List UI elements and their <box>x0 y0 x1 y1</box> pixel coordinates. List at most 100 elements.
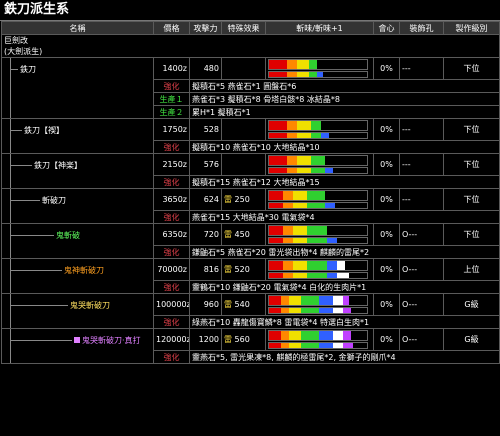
table-row[interactable]: 鉄刀 1400z 480 0% --- 下位 <box>1 57 500 119</box>
affinity-cell: 0% <box>373 118 400 141</box>
table-row[interactable]: 鬼神斬破刀 70000z 816 雷 520 0% O--- 上位 <box>1 258 500 294</box>
rank-cell: 上位 <box>443 258 500 281</box>
rank-cell: G級 <box>443 293 500 316</box>
attack-cell: 576 <box>189 153 222 176</box>
col-slots: 裝飾孔 <box>399 21 444 35</box>
col-special: 特殊效果 <box>221 21 266 35</box>
weapon-name[interactable]: 鉄刀 <box>20 65 36 74</box>
affinity-cell: 0% <box>373 258 400 281</box>
tree-label[interactable]: 鬼斬破 <box>56 230 80 241</box>
material-list: 靈鶴石*10 鎌鼬石*20 電氣袋*4 白化的生肉片*1 <box>189 280 500 294</box>
tree-branch <box>10 69 18 70</box>
slots-cell: O--- <box>399 258 444 281</box>
tree-line <box>10 329 11 363</box>
affinity-cell: 0% <box>373 328 400 351</box>
tree-branch <box>10 165 32 166</box>
weapon-name[interactable]: 鉄刀【禊】 <box>24 126 64 135</box>
rank-cell: 下位 <box>443 188 500 211</box>
col-name: 名稱 <box>1 21 154 35</box>
tree-label[interactable]: 鬼哭斬破刀 <box>70 300 110 311</box>
slots-cell: --- <box>399 57 444 80</box>
rank-cell: 下位 <box>443 153 500 176</box>
element-cell: 雷 520 <box>221 258 266 281</box>
sharpness-cell <box>265 57 374 80</box>
sharpness-cell <box>265 223 374 246</box>
tree-cell: 鬼斬破 <box>1 223 154 259</box>
table-row[interactable]: 鉄刀【神楽】 2150z 576 0% --- 下位 <box>1 153 500 189</box>
root-weapon[interactable]: 巨劍改 <box>4 36 497 47</box>
attack-cell: 624 <box>189 188 222 211</box>
weapon-name[interactable]: 鬼神斬破刀 <box>64 266 104 275</box>
price-cell: 2150z <box>153 153 190 176</box>
slots-cell: --- <box>399 153 444 176</box>
weapon-name[interactable]: 鉄刀【神楽】 <box>34 161 82 170</box>
material-list: 累H*1 擬積石*1 <box>189 105 500 119</box>
tree-label[interactable]: 斬破刀 <box>42 195 66 206</box>
tree-line <box>10 154 11 188</box>
tree-cell: 鉄刀【禊】 <box>1 118 154 154</box>
slots-cell: O--- <box>399 293 444 316</box>
material-tag: 強化 <box>153 79 190 93</box>
sharpness-cell <box>265 328 374 351</box>
attack-cell: 528 <box>189 118 222 141</box>
sharpness-cell <box>265 188 374 211</box>
tree-branch <box>10 235 54 236</box>
price-cell: 1750z <box>153 118 190 141</box>
slots-cell: O--- <box>399 328 444 351</box>
tree-cell: 鬼神斬破刀 <box>1 258 154 294</box>
sharpness-cell <box>265 293 374 316</box>
rank-cell: 下位 <box>443 57 500 80</box>
material-tag: 強化 <box>153 140 190 154</box>
material-tag: 強化 <box>153 175 190 189</box>
tree-line <box>10 294 11 328</box>
weapon-name[interactable]: 鬼哭斬破刀 <box>70 301 110 310</box>
attack-cell: 480 <box>189 57 222 80</box>
tree-line <box>10 119 11 153</box>
table-row[interactable]: 鉄刀【禊】 1750z 528 0% --- 下位 <box>1 118 500 154</box>
price-cell: 120000z <box>153 328 190 351</box>
tree-line <box>10 189 11 223</box>
tree-cell: 鉄刀【神楽】 <box>1 153 154 189</box>
tree-branch <box>10 305 68 306</box>
col-rank: 製作級別 <box>443 21 500 35</box>
weapon-name[interactable]: 鬼斬破 <box>56 231 80 240</box>
table-row[interactable]: 鬼斬破 6350z 720 雷 450 0% O--- 下位 <box>1 223 500 259</box>
tree-label[interactable]: 鬼哭斬破刀·真打 <box>74 335 141 346</box>
tree-label[interactable]: 鬼神斬破刀 <box>64 265 104 276</box>
table-row[interactable]: 鬼哭斬破刀·真打 120000z 1200 雷 560 0% O--- G級 <box>1 328 500 364</box>
affinity-cell: 0% <box>373 188 400 211</box>
material-list: 擬積石*5 燕雀石*1 圓盤石*6 <box>189 79 500 93</box>
col-affinity: 會心 <box>373 21 400 35</box>
element-cell <box>221 153 266 176</box>
attack-cell: 960 <box>189 293 222 316</box>
table-row: 巨劍改 (大劍派生) <box>1 34 500 58</box>
element-cell: 雷 560 <box>221 328 266 351</box>
attack-cell: 816 <box>189 258 222 281</box>
tree-line <box>10 259 11 293</box>
price-cell: 70000z <box>153 258 190 281</box>
affinity-cell: 0% <box>373 223 400 246</box>
element-cell: 雷 450 <box>221 223 266 246</box>
weapon-name[interactable]: 鬼哭斬破刀·真打 <box>82 336 141 345</box>
material-list: 燕雀石*15 大地結晶*30 電氣袋*4 <box>189 210 500 224</box>
tree-label[interactable]: 鉄刀 <box>20 64 36 75</box>
page-title: 鉄刀派生系 <box>0 0 500 21</box>
tree-cell: 鬼哭斬破刀·真打 <box>1 328 154 364</box>
table-row[interactable]: 斬破刀 3650z 624 雷 250 0% --- 下位 <box>1 188 500 224</box>
tree-line <box>10 58 11 118</box>
tree-label[interactable]: 鉄刀【禊】 <box>24 125 64 136</box>
slots-cell: --- <box>399 118 444 141</box>
rank-cell: G級 <box>443 328 500 351</box>
root-weapon-sub: (大劍派生) <box>4 47 43 56</box>
table-row[interactable]: 鬼哭斬破刀 100000z 960 雷 540 0% O--- G級 <box>1 293 500 329</box>
tree-label[interactable]: 鉄刀【神楽】 <box>34 160 82 171</box>
root-cell: 巨劍改 (大劍派生) <box>1 34 500 58</box>
tree-cell: 斬破刀 <box>1 188 154 224</box>
price-cell: 1400z <box>153 57 190 80</box>
weapon-tree-table: 名稱 價格 攻擊力 特殊效果 斬味/斬味+1 會心 裝飾孔 製作級別 巨劍改 (大… <box>1 21 500 364</box>
element-cell <box>221 118 266 141</box>
slots-cell: --- <box>399 188 444 211</box>
element-cell <box>221 57 266 80</box>
weapon-name[interactable]: 斬破刀 <box>42 196 66 205</box>
tree-line <box>10 224 11 258</box>
